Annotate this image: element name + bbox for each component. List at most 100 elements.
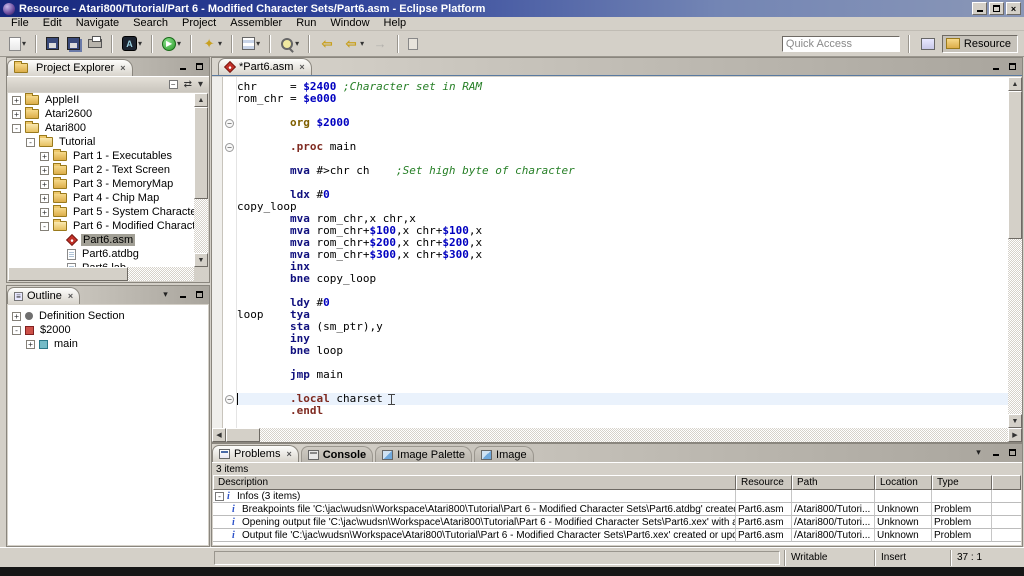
maximize-view-icon[interactable] — [1006, 447, 1019, 458]
save-button[interactable] — [43, 34, 62, 53]
menu-project[interactable]: Project — [175, 17, 223, 30]
fold-collapse-icon[interactable]: − — [223, 393, 236, 405]
maximize-view-icon[interactable] — [193, 289, 206, 300]
project-item-part-4-chip-map[interactable]: +Part 4 - Chip Map — [8, 191, 194, 205]
minimize-button[interactable] — [972, 2, 987, 15]
project-item-part6-asm[interactable]: Part6.asm — [8, 233, 194, 247]
expander-icon[interactable]: + — [12, 96, 21, 105]
fold-collapse-icon[interactable]: − — [223, 117, 236, 129]
menu-assembler[interactable]: Assembler — [223, 17, 289, 30]
project-item-part-3-memorymap[interactable]: +Part 3 - MemoryMap — [8, 177, 194, 191]
scrollbar-thumb[interactable] — [1008, 91, 1022, 239]
close-icon[interactable]: × — [120, 63, 125, 73]
expander-icon[interactable]: - — [12, 124, 21, 133]
column-header-resource[interactable]: Resource — [736, 475, 792, 490]
maximize-editor-icon[interactable] — [1006, 61, 1019, 72]
restore-button[interactable] — [989, 2, 1004, 15]
menu-navigate[interactable]: Navigate — [69, 17, 126, 30]
new-button[interactable]: ▾ — [6, 34, 29, 54]
open-element-button[interactable]: ▾ — [239, 34, 263, 53]
atari-run-button[interactable]: A▾ — [119, 33, 145, 54]
close-icon[interactable]: × — [299, 62, 304, 72]
link-with-editor-icon[interactable]: ⇄ — [184, 80, 192, 90]
pin-button[interactable] — [405, 35, 421, 53]
search-button[interactable]: ▾ — [277, 34, 302, 54]
tab-part6-asm[interactable]: *Part6.asm × — [218, 58, 312, 75]
tab-image-palette[interactable]: Image Palette — [375, 446, 472, 462]
outline-item-2000[interactable]: -$2000 — [8, 323, 208, 337]
scroll-down-icon[interactable]: ▼ — [194, 253, 208, 267]
menu-edit[interactable]: Edit — [36, 17, 69, 30]
close-button[interactable]: × — [1006, 2, 1021, 15]
tab-problems[interactable]: Problems× — [212, 445, 299, 462]
menu-help[interactable]: Help — [377, 17, 414, 30]
last-edit-button[interactable]: ⇦ — [316, 33, 338, 55]
expander-icon[interactable]: - — [12, 326, 21, 335]
menu-search[interactable]: Search — [126, 17, 175, 30]
problems-row[interactable]: iBreakpoints file 'C:\jac\wudsn\Workspac… — [213, 503, 1021, 516]
project-item-atari2600[interactable]: +Atari2600 — [8, 107, 194, 121]
expander-icon[interactable]: - — [26, 138, 35, 147]
column-header-type[interactable]: Type — [932, 475, 992, 490]
project-item-appleii[interactable]: +AppleII — [8, 93, 194, 107]
print-button[interactable] — [85, 36, 105, 51]
problems-group-row[interactable]: -iInfos (3 items) — [213, 490, 1021, 503]
save-all-button[interactable] — [64, 34, 83, 53]
editor-horizontal-scrollbar[interactable]: ◀ ▶ — [212, 428, 1022, 442]
close-icon[interactable]: × — [68, 291, 73, 301]
expander-icon[interactable]: + — [26, 340, 35, 349]
expander-icon[interactable]: + — [40, 208, 49, 217]
scroll-up-icon[interactable]: ▲ — [1008, 77, 1022, 91]
collapse-all-icon[interactable]: − — [169, 80, 178, 89]
expander-icon[interactable]: + — [40, 152, 49, 161]
maximize-view-icon[interactable] — [193, 61, 206, 72]
view-menu-icon[interactable]: ▾ — [159, 289, 172, 300]
view-menu-icon[interactable]: ▾ — [198, 80, 203, 90]
minimize-view-icon[interactable] — [989, 447, 1002, 458]
problems-row[interactable]: iOpening output file 'C:\jac\wudsn\Works… — [213, 516, 1021, 529]
project-item-part-6-modified-character-sets[interactable]: -Part 6 - Modified Character Sets — [8, 219, 194, 233]
menu-run[interactable]: Run — [289, 17, 323, 30]
minimize-editor-icon[interactable] — [989, 61, 1002, 72]
tab-outline[interactable]: ≡ Outline × — [7, 287, 80, 304]
view-menu-icon[interactable]: ▾ — [972, 447, 985, 458]
resource-perspective-button[interactable]: Resource — [942, 35, 1018, 53]
project-item-part-1-executables[interactable]: +Part 1 - Executables — [8, 149, 194, 163]
minimize-view-icon[interactable] — [176, 289, 189, 300]
expander-icon[interactable]: - — [215, 492, 224, 501]
code-lines[interactable]: chr = $2400 ;Character set in RAMrom_chr… — [237, 77, 1022, 428]
scroll-right-icon[interactable]: ▶ — [1008, 428, 1022, 442]
dropdown-arrow-icon[interactable]: ▾ — [22, 39, 26, 48]
outline-item-main[interactable]: +main — [8, 337, 208, 351]
explorer-vertical-scrollbar[interactable]: ▲ ▼ — [194, 93, 208, 267]
tab-project-explorer[interactable]: Project Explorer × — [7, 59, 133, 76]
scrollbar-thumb[interactable] — [194, 107, 208, 199]
menu-window[interactable]: Window — [323, 17, 376, 30]
expander-icon[interactable]: + — [40, 194, 49, 203]
back-button[interactable]: ⇦▾ — [340, 33, 367, 55]
close-icon[interactable]: × — [286, 449, 291, 459]
dropdown-arrow-icon[interactable]: ▾ — [218, 39, 222, 48]
dropdown-arrow-icon[interactable]: ▾ — [295, 39, 299, 48]
tab-image[interactable]: Image — [474, 446, 534, 462]
scrollbar-thumb[interactable] — [8, 267, 128, 281]
expander-icon[interactable]: + — [12, 312, 21, 321]
tab-console[interactable]: Console — [301, 446, 373, 462]
fold-collapse-icon[interactable]: − — [223, 141, 236, 153]
dropdown-arrow-icon[interactable]: ▾ — [360, 39, 364, 48]
menu-file[interactable]: File — [4, 17, 36, 30]
column-header-description[interactable]: Description — [213, 475, 736, 490]
forward-button[interactable]: → — [369, 33, 391, 55]
expander-icon[interactable]: + — [12, 110, 21, 119]
code-editor[interactable]: − − − chr = $2400 ;Character set in RAMrom… — [212, 77, 1022, 428]
scrollbar-thumb[interactable] — [226, 428, 260, 442]
column-header-path[interactable]: Path — [792, 475, 875, 490]
expander-icon[interactable]: + — [40, 180, 49, 189]
expander-icon[interactable]: - — [40, 222, 49, 231]
outline-item-definition-section[interactable]: +Definition Section — [8, 309, 208, 323]
column-header-location[interactable]: Location — [875, 475, 932, 490]
quick-access-input[interactable] — [782, 36, 900, 52]
new-wizard-button[interactable]: ✦▾ — [198, 33, 225, 55]
project-item-part-5-system-character-sets[interactable]: +Part 5 - System Character Sets — [8, 205, 194, 219]
project-item-part6-atdbg[interactable]: Part6.atdbg — [8, 247, 194, 261]
